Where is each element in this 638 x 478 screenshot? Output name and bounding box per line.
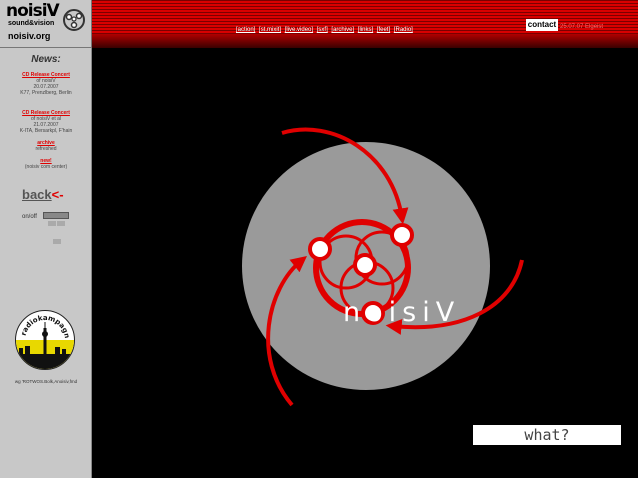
noisiv-wordmark: noisiV (343, 297, 460, 328)
back-link[interactable]: back<- (22, 187, 64, 202)
news-item: archive refreshed (0, 140, 92, 152)
top-navigation: [action] [st.mixit] [live.video] [sxf] [… (236, 27, 415, 33)
back-label: back (22, 187, 52, 202)
nav-sxf[interactable]: [sxf] (317, 27, 328, 33)
onoff-toggle[interactable] (43, 212, 69, 244)
nav-archive[interactable]: [archive] (331, 27, 354, 33)
main-area: noisiV (92, 48, 638, 478)
node-circle (353, 253, 377, 277)
news-line: K-ITA, Bersarkpl, F'hain (19, 128, 73, 134)
contact-button[interactable]: contact (526, 19, 558, 31)
node-circle (390, 223, 414, 247)
noisiv-artwork[interactable]: noisiV (92, 48, 638, 478)
sidebar: News: CD Release Concert of noisiV 20.07… (0, 48, 92, 478)
what-button[interactable]: what? (473, 425, 621, 445)
logo-subtitle: sound&vision (8, 20, 55, 27)
news-line: (noisiv com center) (24, 164, 68, 170)
trinity-logo-icon (63, 9, 85, 31)
footer-credits: wg 'ROTWOS.Bolk,Anoisiv,fmd (14, 379, 78, 384)
logo[interactable]: noisiV sound&vision noisiv.org (0, 0, 92, 48)
news-item: CD Release Concert of noisiV et al 21.07… (0, 110, 92, 134)
nav-live-video[interactable]: [live.video] (285, 27, 313, 33)
node-circle (308, 237, 332, 261)
news-item: CD Release Concert of noisiV 20.07.2007 … (0, 72, 92, 96)
date-stamp: 25.07.07 Elgeist (560, 24, 604, 30)
back-arrow-icon: <- (51, 187, 64, 202)
news-line: refreshed (35, 146, 57, 152)
logo-title: noisiV (6, 1, 60, 21)
news-title: News: (31, 54, 61, 65)
header: noisiV sound&vision noisiv.org [action] … (0, 0, 638, 48)
news-line: K77, Prenzlberg, Berlin (20, 90, 72, 96)
news-item: new! (noisiv com center) (0, 158, 92, 170)
nav-links[interactable]: [links] (358, 27, 373, 33)
logo-url: noisiv.org (8, 31, 51, 41)
nav-action[interactable]: [action] (236, 27, 255, 33)
onoff-label: on/off (22, 214, 37, 220)
nav-feet[interactable]: [feet] (377, 27, 390, 33)
nav-st-mixit[interactable]: [st.mixit] (259, 27, 281, 33)
header-shade (92, 34, 638, 48)
nav-radio[interactable]: [Radio] (394, 27, 413, 33)
radiokampagne-badge[interactable]: radiokampagne.de (15, 310, 75, 370)
